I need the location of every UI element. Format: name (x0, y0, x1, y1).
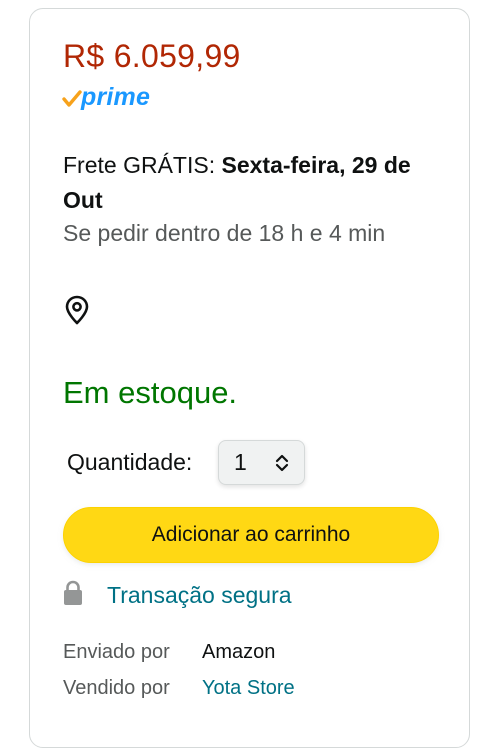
sold-by-link[interactable]: Yota Store (202, 677, 295, 700)
shipped-by-value: Amazon (202, 641, 276, 663)
sold-by-label: Vendido por (63, 677, 170, 699)
quantity-value: 1 (234, 449, 247, 475)
quantity-label: Quantidade: (67, 449, 193, 475)
up-down-chevron-icon (275, 454, 289, 472)
prime-label: prime (81, 83, 151, 111)
stock-status: Em estoque. (63, 375, 238, 410)
secure-transaction-link[interactable]: Transação segura (107, 582, 292, 609)
price: R$ 6.059,99 (63, 38, 241, 74)
shipped-by-label: Enviado por (63, 641, 170, 663)
add-to-cart-button[interactable]: Adicionar ao carrinho (63, 507, 439, 563)
prime-check-icon (62, 90, 82, 107)
lock-icon (64, 580, 82, 605)
delivery-info: Frete GRÁTIS: Sexta-feira, 29 de Out (63, 148, 433, 218)
location-pin-icon[interactable] (64, 295, 90, 325)
quantity-select[interactable]: 1 (218, 440, 305, 485)
prime-badge: prime (62, 83, 151, 114)
delivery-cutoff: Se pedir dentro de 18 h e 4 min (63, 220, 386, 246)
delivery-prefix: Frete GRÁTIS: (63, 152, 222, 178)
